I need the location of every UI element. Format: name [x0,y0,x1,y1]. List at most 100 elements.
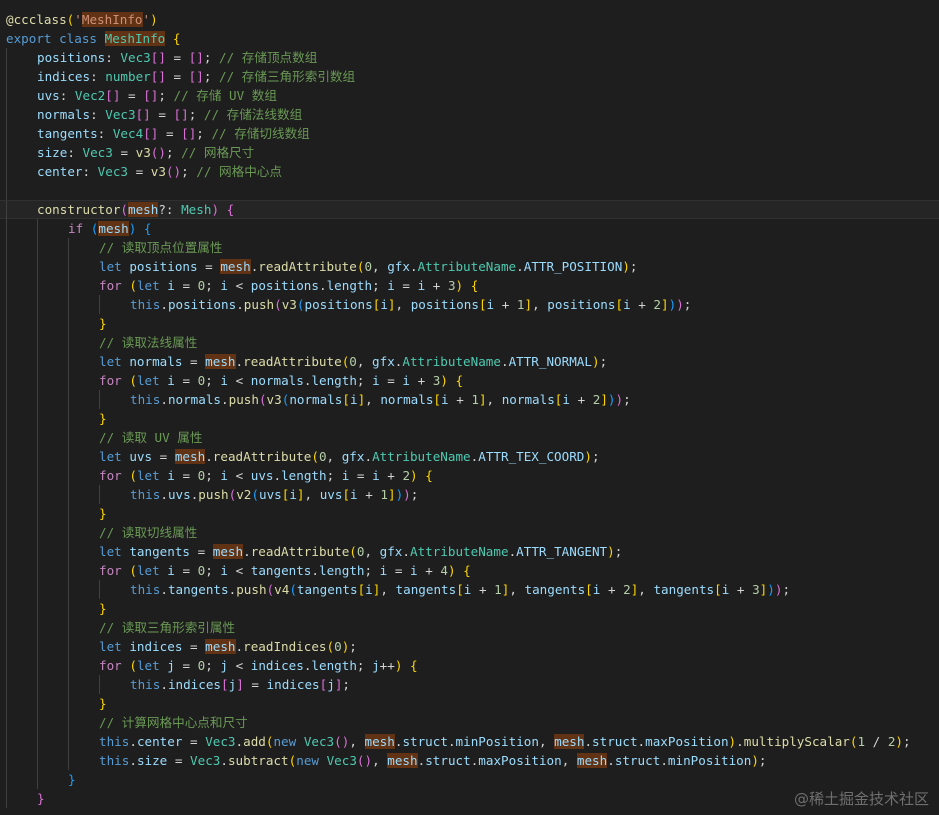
code-token: tangents [395,582,457,597]
code-token: Vec3 [205,734,236,749]
code-token: normals [289,392,343,407]
code-token: class [59,31,98,46]
code-token: . [660,753,668,768]
code-line[interactable]: } [6,694,939,713]
code-line[interactable]: let indices = mesh.readIndices(0); [6,637,939,656]
indent-guide [37,276,38,295]
code-line-content: // 读取法线属性 [99,335,197,350]
code-line[interactable]: for (let i = 0; i < uvs.length; i = i + … [6,466,939,485]
code-token: // 计算网格中心点和尺寸 [99,715,248,730]
code-line[interactable]: } [6,599,939,618]
code-line[interactable]: normals: Vec3[] = []; // 存储法线数组 [6,105,939,124]
code-line[interactable]: for (let i = 0; i < positions.length; i … [6,276,939,295]
code-token: [] [150,50,166,65]
indent-guide [6,656,7,675]
code-token: mesh [554,734,585,749]
code-line[interactable]: center: Vec3 = v3(); // 网格中心点 [6,162,939,181]
code-line[interactable]: this.indices[j] = indices[j]; [6,675,939,694]
code-token: [ [342,392,350,407]
code-token: i [402,373,411,388]
code-line[interactable]: this.normals.push(v3(normals[i], normals… [6,390,939,409]
code-token: // 存储顶点数组 [219,50,318,65]
code-line[interactable]: // 读取三角形索引属性 [6,618,939,637]
code-line[interactable]: } [6,770,939,789]
code-line[interactable]: positions: Vec3[] = []; // 存储顶点数组 [6,48,939,67]
code-line[interactable]: // 读取顶点位置属性 [6,238,939,257]
code-line[interactable]: for (let i = 0; i < tangents.length; i =… [6,561,939,580]
code-token: for [99,468,122,483]
code-line[interactable]: // 读取法线属性 [6,333,939,352]
code-line[interactable]: this.uvs.push(v2(uvs[i], uvs[i + 1])); [6,485,939,504]
code-line[interactable]: this.tangents.push(v4(tangents[i], tange… [6,580,939,599]
code-token: . [243,544,251,559]
code-line[interactable]: this.size = Vec3.subtract(new Vec3(), me… [6,751,939,770]
code-token: ( [349,544,357,559]
code-line[interactable]: } [6,409,939,428]
code-line-content: indices: number[] = []; // 存储三角形索引数组 [37,69,355,84]
code-token: = [174,658,198,673]
code-line[interactable]: this.center = Vec3.add(new Vec3(), mesh.… [6,732,939,751]
code-line[interactable]: } [6,314,939,333]
code-token: [] [143,88,159,103]
code-line[interactable]: constructor(mesh?: Mesh) { [0,200,939,220]
code-token: [] [181,126,197,141]
code-editor[interactable]: @ccclass('MeshInfo') export class MeshInf… [0,0,939,815]
code-line[interactable]: this.positions.push(v3(positions[i], pos… [6,295,939,314]
indent-guide [68,333,69,352]
code-line[interactable]: size: Vec3 = v3(); // 网格尺寸 [6,143,939,162]
code-line[interactable]: uvs: Vec2[] = []; // 存储 UV 数组 [6,86,939,105]
code-line[interactable]: @ccclass('MeshInfo') [6,10,939,29]
code-token: size [37,145,68,160]
indent-guide [6,580,7,599]
code-line[interactable]: // 读取 UV 属性 [6,428,939,447]
code-token: positions [250,278,319,293]
indent-guide [37,599,38,618]
code-line-content: constructor(mesh?: Mesh) { [37,202,234,217]
code-token: AttributeName [417,259,517,274]
code-token: // 存储法线数组 [203,107,303,122]
code-token: ; [614,544,623,559]
code-token: j [372,658,380,673]
code-lines[interactable]: @ccclass('MeshInfo') export class MeshInf… [0,10,939,808]
indent-guide [37,694,38,713]
indent-guide [37,732,38,751]
code-line[interactable]: let normals = mesh.readAttribute(0, gfx.… [6,352,939,371]
code-token: ) [455,278,464,293]
code-token: indices [37,69,91,84]
code-line[interactable] [6,181,939,200]
code-token: center [136,734,183,749]
code-token: = [182,354,206,369]
code-line[interactable]: for (let i = 0; i < normals.length; i = … [6,371,939,390]
code-token: let [99,354,122,369]
code-line[interactable]: let uvs = mesh.readAttribute(0, gfx.Attr… [6,447,939,466]
code-token: readAttribute [243,354,342,369]
code-line[interactable]: let tangents = mesh.readAttribute(0, gfx… [6,542,939,561]
code-line-content: } [68,772,76,787]
indent-guide [37,618,38,637]
code-token: readAttribute [212,449,312,464]
code-line[interactable]: } [6,504,939,523]
code-token: ( [258,392,267,407]
code-token: ) [410,468,418,483]
code-token: struct [402,734,448,749]
code-line[interactable]: // 计算网格中心点和尺寸 [6,713,939,732]
code-token: tangents [37,126,98,141]
code-line[interactable]: if (mesh) { [6,219,939,238]
code-line[interactable]: export class MeshInfo { [6,29,939,48]
code-token: v3 [150,164,166,179]
code-token: ?: [158,202,182,217]
code-line[interactable]: tangents: Vec4[] = []; // 存储切线数组 [6,124,939,143]
code-line[interactable]: indices: number[] = []; // 存储三角形索引数组 [6,67,939,86]
code-line[interactable]: // 读取切线属性 [6,523,939,542]
code-token: ; [205,563,221,578]
code-token: [] [150,69,166,84]
code-line-content: this.center = Vec3.add(new Vec3(), mesh.… [99,734,911,749]
code-token: : [82,164,98,179]
code-line[interactable]: for (let j = 0; j < indices.length; j++)… [6,656,939,675]
code-line-content: for (let j = 0; j < indices.length; j++)… [99,658,418,673]
code-line[interactable]: let positions = mesh.readAttribute(0, gf… [6,257,939,276]
code-line-content: // 读取 UV 属性 [99,430,202,445]
code-token: @ccclass [6,12,67,27]
code-token: ( [326,639,335,654]
